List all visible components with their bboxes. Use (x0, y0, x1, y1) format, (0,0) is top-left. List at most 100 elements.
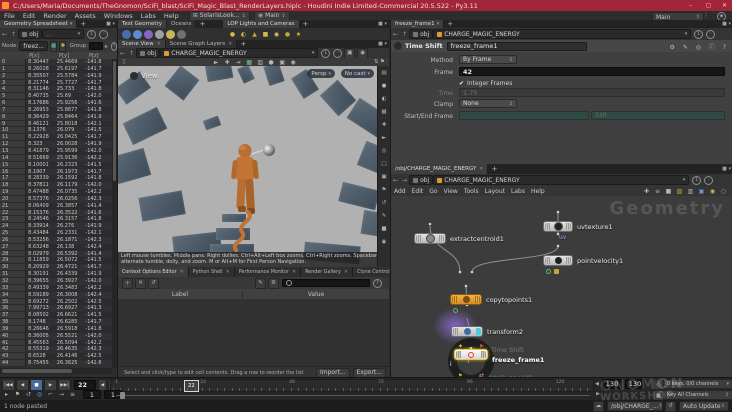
light-tool-icon[interactable]: ◐ (239, 30, 248, 39)
network-toolbar-icon[interactable]: ◉ (708, 187, 717, 196)
spreadsheet-row[interactable]: 0 8.30447 25.4669 -141.8 (0, 59, 112, 66)
light-tool-icon[interactable]: ◉ (272, 30, 281, 39)
net-menu-go[interactable]: Go (429, 188, 437, 195)
network-fwd-icon[interactable]: → (402, 177, 407, 184)
back-icon[interactable]: ← (2, 31, 7, 38)
shelf-tool-icon[interactable] (133, 29, 142, 39)
attribs-icon[interactable]: ✚ (59, 40, 67, 52)
options-search-input[interactable] (282, 279, 370, 287)
param-path-obj[interactable]: obj (409, 29, 434, 39)
shelf-tab-lop-lights[interactable]: LOP Lights and Cameras (223, 20, 300, 28)
menu-assets[interactable]: Assets (75, 12, 96, 20)
pane-menu-icon[interactable]: ■ ▾ (106, 21, 115, 27)
viewport-side-icon[interactable]: ↺ (378, 196, 390, 209)
spreadsheet-row[interactable]: 4 8.31146 25.733 -141.8 (0, 86, 112, 94)
label-column-header[interactable]: Label (118, 290, 243, 298)
minimize-button[interactable]: – (686, 1, 695, 10)
node-uvtexture1-label[interactable]: uvtexture1 (577, 223, 613, 231)
gear-icon[interactable]: ⚙ (268, 277, 279, 289)
tab-geometry-spreadsheet[interactable]: Geometry Spreadsheet ▾ (0, 20, 78, 28)
spreadsheet-row[interactable]: 18 8.37811 26.1179 -142.0 (0, 182, 112, 190)
pointvelocity-lock-badge[interactable] (554, 269, 559, 274)
network-toolbar-icon[interactable]: ▨ (675, 187, 684, 196)
playhead-marker[interactable]: 22 (183, 380, 199, 392)
spreadsheet-row[interactable]: 41 8.45563 26.5094 -142.2 (0, 339, 112, 347)
param-path-node[interactable]: CHARGE_MAGIC_ENERGY ▾ (433, 29, 692, 39)
playbar-toggle-icon[interactable]: ⌐ (46, 390, 55, 399)
spreadsheet-row[interactable]: 37 8.08502 26.6621 -141.5 (0, 312, 112, 320)
viewport-side-icon[interactable]: ◉ (378, 235, 390, 248)
node-pointvelocity1[interactable] (543, 255, 573, 266)
up-icon[interactable]: ↑ (11, 31, 16, 38)
edit-icon[interactable]: ✎ (255, 277, 266, 289)
tab-scene-view[interactable]: Scene View ✕ (118, 40, 166, 48)
spreadsheet-row[interactable]: 38 8.1748 26.6285 -141.7 (0, 319, 112, 326)
param-link-icon[interactable]: 1 (694, 29, 704, 39)
spreadsheet-row[interactable]: 43 8.6528 26.4146 -142.5 (0, 353, 112, 361)
export-button[interactable]: Export... (352, 367, 386, 378)
scene-pane-menu-icon[interactable]: ■ ▾ (378, 41, 387, 47)
network-toolbar-icon[interactable]: ■ (664, 187, 673, 196)
network-canvas[interactable]: Geometry uvtexture1 uv extractcentroid1 … (391, 196, 732, 377)
scene-back-icon[interactable]: ← (120, 50, 125, 57)
tab-freeze-frame1[interactable]: freeze_frame1 ▾ (391, 20, 445, 28)
spreadsheet-row[interactable]: 23 8.24546 26.3157 -141.8 (0, 216, 112, 224)
shelf-add-tab[interactable]: + (199, 20, 205, 28)
timeshift-node-icon[interactable] (394, 42, 402, 50)
spreadsheet-row[interactable]: 35 8.69272 26.2502 -142.5 (0, 298, 112, 306)
cloud-icon[interactable]: ☁ (593, 400, 604, 412)
value-column-header[interactable]: Value (243, 291, 389, 298)
scene-path-obj[interactable]: obj (136, 48, 161, 58)
light-tool-icon[interactable]: ■ (261, 30, 270, 39)
update-mode-dropdown[interactable]: Auto Update ↕ (679, 401, 729, 411)
scene-add-tab[interactable]: + (240, 40, 246, 48)
param-pin-icon[interactable]: ◦ (706, 29, 716, 39)
toolbar-handle-icon[interactable]: ⣿ (122, 59, 126, 65)
spreadsheet-row[interactable]: 5 8.40735 25.69 -142.0 (0, 93, 112, 101)
param-up-icon[interactable]: ↑ (402, 31, 407, 38)
clamp-dropdown[interactable]: None ↕ (459, 99, 517, 108)
scene-link-icon[interactable]: 1 (321, 48, 331, 58)
help-icon[interactable]: ? (110, 41, 118, 51)
menu-help[interactable]: Help (164, 12, 179, 20)
shelf-tool-icon[interactable] (155, 29, 164, 39)
method-dropdown[interactable]: By Frame ↕ (459, 55, 517, 64)
frame-input[interactable]: 42 (459, 67, 725, 76)
spreadsheet-row[interactable]: 11 8.22928 26.0425 -141.7 (0, 134, 112, 142)
current-frame-field[interactable]: 22 (74, 380, 96, 390)
vertical-scrollbar[interactable] (112, 59, 117, 368)
shelf-tool-icon[interactable] (166, 29, 175, 39)
integer-frames-row[interactable]: ✔ Integer Frames (459, 79, 512, 87)
network-add-tab[interactable]: + (491, 165, 497, 173)
net-menu-help[interactable]: Help (531, 188, 545, 195)
spreadsheet-row[interactable]: 40 8.36005 26.5521 -142.0 (0, 332, 112, 340)
network-toolbar-icon[interactable]: ○ (719, 187, 728, 196)
spreadsheet-row[interactable]: 25 8.43484 26.2331 -142.1 (0, 230, 112, 237)
node-extractcentroid1[interactable] (414, 233, 446, 244)
node-transform2[interactable] (451, 326, 483, 337)
range-left-arrow-icon[interactable]: ◀ (595, 381, 599, 387)
viewport-side-icon[interactable]: ⚑ (378, 183, 390, 196)
viewport-side-icon[interactable]: ◎ (378, 144, 390, 157)
scene-viewport[interactable]: View Persp ▾ No cast ▾ Left mouse tumbles.… (118, 66, 377, 267)
spreadsheet-row[interactable]: 6 8.17686 25.9256 -141.6 (0, 100, 112, 107)
node-freeze-frame1-label[interactable]: freeze_frame1 (492, 356, 544, 364)
node-uvtexture1[interactable] (543, 221, 573, 232)
range-start-input[interactable] (459, 111, 589, 120)
spreadsheet-row[interactable]: 28 8.02979 26.5392 -141.4 (0, 250, 112, 258)
add-option-button[interactable]: ＋ (122, 277, 133, 289)
spreadsheet-row[interactable]: 33 8.49339 26.3483 -142.2 (0, 284, 112, 292)
param-add-tab[interactable]: + (447, 20, 453, 28)
key-all-channels-button[interactable]: Key All Channels ↕ (663, 390, 732, 400)
node-value[interactable]: freez... (19, 41, 48, 51)
persp-selector[interactable]: Persp ▾ (307, 69, 335, 78)
tab-performance-monitor[interactable]: Performance Monitor ✕ (234, 267, 302, 277)
spreadsheet-row[interactable]: 16 8.1907 26.1973 -141.7 (0, 168, 112, 176)
net-menu-edit[interactable]: Edit (412, 188, 424, 195)
node-pointvelocity1-label[interactable]: pointvelocity1 (577, 257, 623, 265)
add-tab-button[interactable]: + (80, 20, 86, 28)
scene-path-node[interactable]: CHARGE_MAGIC_ENERGY ▾ (160, 48, 319, 58)
shelf-tool-icon[interactable] (177, 29, 186, 39)
spreadsheet-row[interactable]: 34 8.59189 26.3008 -142.4 (0, 291, 112, 299)
scene-toolbar-right-icons[interactable]: ⇅ ⚑ (374, 59, 385, 65)
